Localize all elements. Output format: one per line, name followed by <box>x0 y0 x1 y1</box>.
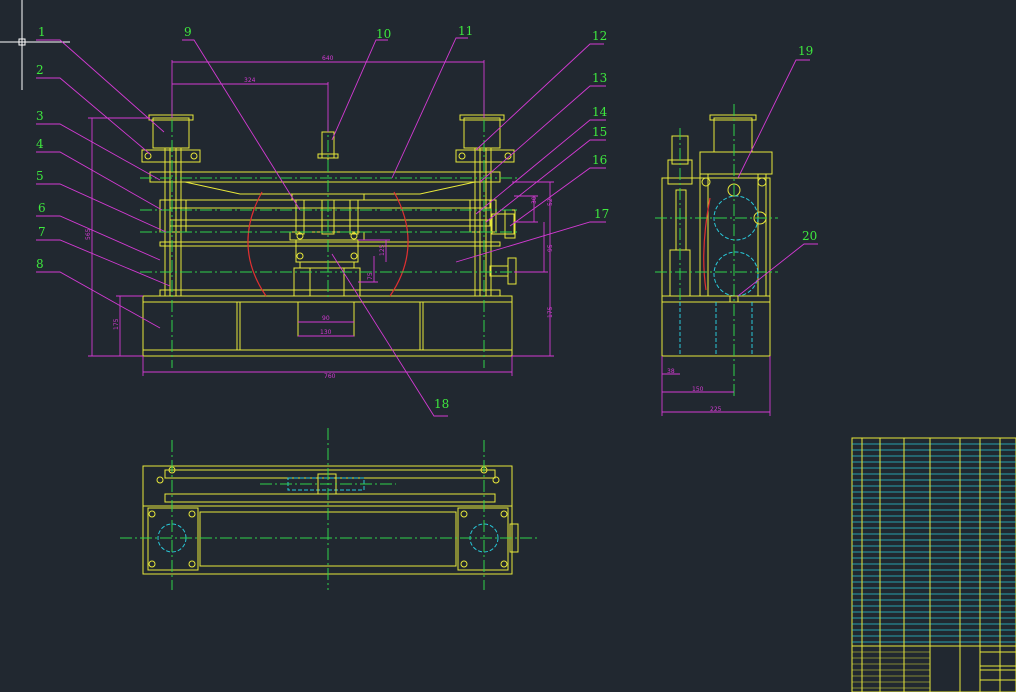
balloon-1: 1 <box>38 25 46 39</box>
balloon-12: 12 <box>592 29 607 43</box>
balloon-8: 8 <box>36 257 44 271</box>
leader-lines <box>36 37 818 417</box>
top-view <box>120 428 540 590</box>
balloon-4: 4 <box>36 137 44 151</box>
cad-drawing-canvas[interactable]: 640 324 565 175 760 52 30 95 175 90 130 … <box>0 0 1016 692</box>
balloon-2: 2 <box>36 63 44 77</box>
side-view: 38 150 225 <box>655 104 778 416</box>
dim-center-v1: 125 <box>379 244 386 256</box>
balloon-20: 20 <box>802 229 817 243</box>
dim-right-c: 175 <box>547 306 554 318</box>
balloon-5: 5 <box>36 169 44 183</box>
balloon-3: 3 <box>36 109 44 123</box>
balloon-7: 7 <box>38 225 46 239</box>
dim-side-c: 225 <box>710 406 722 413</box>
dim-total-height: 565 <box>85 228 92 240</box>
balloon-6: 6 <box>38 201 46 215</box>
cad-crosshair-cursor <box>0 0 70 90</box>
balloon-17: 17 <box>594 207 609 221</box>
balloon-18: 18 <box>434 397 449 411</box>
dim-base-height: 175 <box>113 318 120 330</box>
balloon-9: 9 <box>184 25 192 39</box>
dim-center-a: 90 <box>322 315 330 322</box>
dim-right-small: 30 <box>531 196 538 204</box>
dim-base-width: 760 <box>324 373 336 380</box>
balloon-10: 10 <box>376 27 391 41</box>
dim-right-b: 95 <box>547 244 554 252</box>
dim-right-a: 52 <box>547 198 554 206</box>
balloon-14: 14 <box>592 105 608 119</box>
dim-half-width: 324 <box>244 77 256 84</box>
dim-center-v2: 75 <box>367 272 374 280</box>
dim-center-b: 130 <box>320 329 332 336</box>
title-block <box>851 437 1016 692</box>
dim-top-width: 640 <box>322 55 334 62</box>
balloon-16: 16 <box>592 153 607 167</box>
dim-side-a: 38 <box>667 368 675 375</box>
balloon-13: 13 <box>592 71 607 85</box>
balloon-19: 19 <box>798 44 813 58</box>
balloon-11: 11 <box>458 24 473 38</box>
balloon-15: 15 <box>592 125 607 139</box>
dim-side-b: 150 <box>692 386 704 393</box>
